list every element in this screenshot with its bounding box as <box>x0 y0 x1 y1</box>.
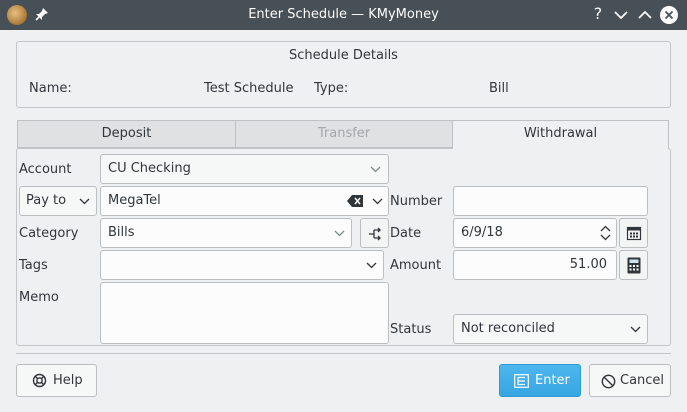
date-label: Date <box>390 226 422 241</box>
minimize-chevron-icon[interactable] <box>611 5 631 25</box>
amount-value: 51.00 <box>569 257 607 272</box>
chevron-down-icon[interactable] <box>334 229 345 238</box>
spin-updown-icon[interactable] <box>600 224 611 242</box>
chevron-down-icon <box>79 198 90 205</box>
cancel-button-label: Cancel <box>620 373 665 388</box>
payto-selector-value: Pay to <box>26 193 67 208</box>
tab-deposit-label: Deposit <box>101 126 152 141</box>
number-label: Number <box>390 194 443 209</box>
account-label: Account <box>19 162 72 177</box>
tab-withdrawal[interactable]: Withdrawal <box>452 120 669 149</box>
date-value: 6/9/18 <box>461 225 503 240</box>
category-value: Bills <box>108 225 135 240</box>
help-titlebar-button[interactable]: ? <box>588 4 608 24</box>
name-value: Test Schedule <box>204 81 294 96</box>
enter-button-label: Enter <box>535 373 570 388</box>
payto-selector[interactable]: Pay to <box>19 186 97 216</box>
split-icon <box>369 227 381 241</box>
calculator-icon <box>627 257 641 274</box>
tab-transfer: Transfer <box>235 120 453 148</box>
help-button[interactable]: Help <box>16 364 97 397</box>
chevron-down-icon <box>370 166 381 173</box>
cancel-icon <box>601 374 616 389</box>
chevron-down-icon[interactable] <box>366 261 377 270</box>
schedule-details-frame: Schedule Details Name: Test Schedule Typ… <box>16 41 671 108</box>
calendar-icon <box>626 226 642 241</box>
account-select[interactable]: CU Checking <box>100 154 389 184</box>
amount-label: Amount <box>390 258 442 273</box>
tab-transfer-label: Transfer <box>317 126 371 141</box>
separator <box>16 353 671 354</box>
enter-icon <box>514 374 529 388</box>
split-transaction-button[interactable] <box>360 218 389 248</box>
chevron-down-icon[interactable] <box>372 197 383 206</box>
memo-textarea[interactable] <box>100 282 389 344</box>
name-label: Name: <box>29 81 72 96</box>
calendar-button[interactable] <box>619 218 648 248</box>
status-value: Not reconciled <box>461 321 555 336</box>
window-title: Enter Schedule — KMyMoney <box>248 7 439 22</box>
amount-input[interactable]: 51.00 <box>453 250 617 280</box>
maximize-chevron-icon[interactable] <box>635 5 655 25</box>
title-bar: Enter Schedule — KMyMoney ? <box>0 0 687 30</box>
payee-input[interactable]: MegaTel <box>100 186 389 216</box>
number-input[interactable] <box>453 186 648 216</box>
cancel-button[interactable]: Cancel <box>589 364 671 397</box>
type-label: Type: <box>314 81 349 96</box>
category-input[interactable]: Bills <box>100 218 352 248</box>
chevron-down-icon <box>630 326 641 333</box>
category-label: Category <box>19 226 79 241</box>
help-button-label: Help <box>53 373 83 388</box>
tags-input[interactable] <box>100 250 384 280</box>
status-label: Status <box>390 322 432 337</box>
type-value: Bill <box>489 81 509 96</box>
schedule-details-heading: Schedule Details <box>289 48 398 63</box>
tab-deposit[interactable]: Deposit <box>17 120 236 148</box>
account-value: CU Checking <box>108 161 191 176</box>
memo-label: Memo <box>19 290 59 305</box>
date-input[interactable]: 6/9/18 <box>453 218 617 248</box>
payee-value: MegaTel <box>108 193 161 208</box>
tags-label: Tags <box>19 258 48 273</box>
status-select[interactable]: Not reconciled <box>453 314 648 344</box>
close-icon[interactable] <box>659 5 679 25</box>
clear-text-icon[interactable] <box>347 195 364 207</box>
enter-button[interactable]: Enter <box>499 364 581 397</box>
tab-withdrawal-label: Withdrawal <box>523 126 598 141</box>
lifebuoy-icon <box>32 373 47 388</box>
calculator-button[interactable] <box>619 250 648 280</box>
